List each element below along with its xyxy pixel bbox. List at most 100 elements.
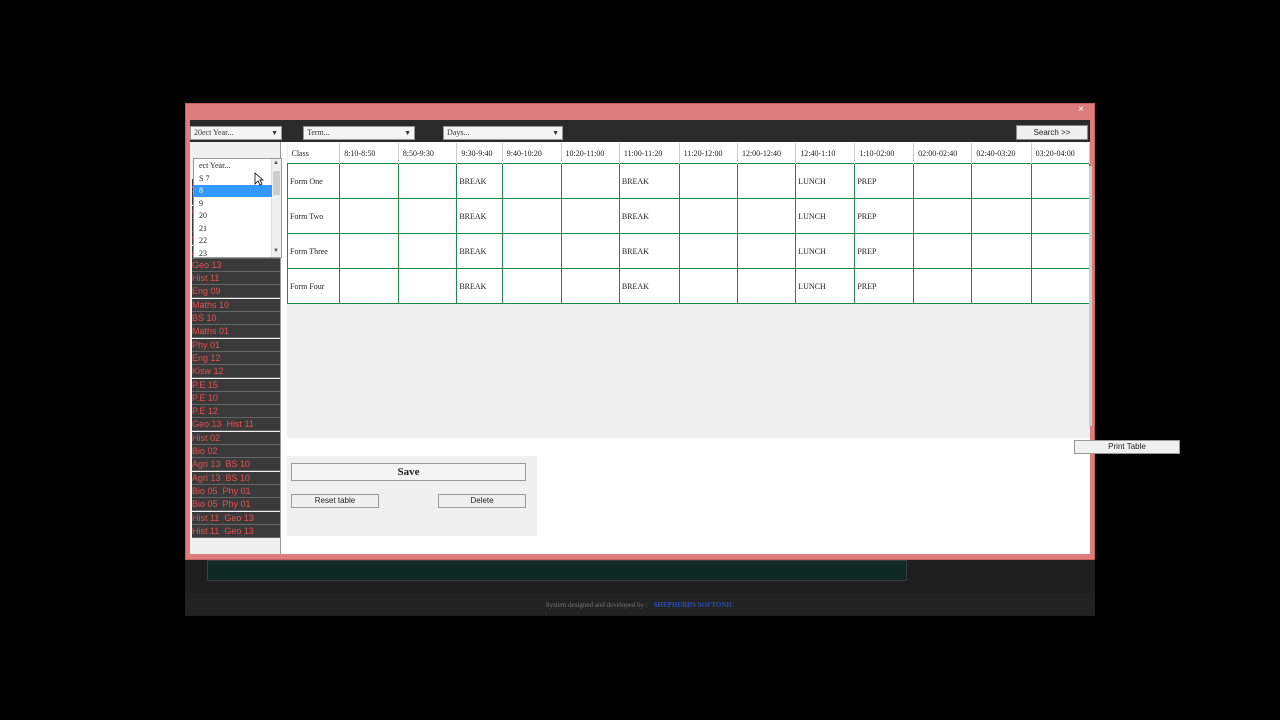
timetable-cell[interactable]: LUNCH (795, 163, 856, 199)
timetable-cell[interactable] (339, 163, 399, 199)
timetable-cell[interactable]: BREAK (618, 268, 680, 304)
timetable-cell[interactable] (913, 198, 973, 234)
subject-item[interactable]: Hist 11 Geo 13 (192, 511, 280, 525)
dropdown-item[interactable]: 8 (194, 185, 272, 197)
dropdown-item[interactable]: 22 (194, 235, 272, 247)
save-button[interactable]: Save (291, 463, 526, 481)
timetable-cell[interactable] (1030, 198, 1091, 234)
timetable-cell[interactable] (339, 233, 399, 269)
timetable-cell[interactable]: BREAK (456, 198, 503, 234)
subject-item[interactable]: BS 10 (192, 312, 280, 325)
timetable-cell[interactable] (560, 233, 620, 269)
timetable-cell[interactable] (397, 268, 458, 304)
footer-brand: SHEPHERDS SOFTONIC (653, 601, 735, 609)
subject-item[interactable]: Eng 09 (192, 285, 280, 299)
timetable-cell[interactable] (501, 268, 562, 304)
column-header: 1:10-02:00 (854, 143, 915, 164)
subject-item[interactable]: Eng 12 (192, 351, 280, 365)
subject-item[interactable]: Agri 13 BS 10 (192, 458, 280, 472)
dropdown-item[interactable]: 20 (194, 210, 272, 222)
timetable-cell[interactable]: PREP (854, 163, 915, 199)
dropdown-item[interactable]: 21 (194, 223, 272, 235)
grid-scrollbar[interactable] (1089, 166, 1092, 426)
timetable-cell[interactable] (678, 163, 738, 199)
timetable-cell[interactable]: BREAK (456, 163, 503, 199)
subject-item[interactable]: Kisw 12 (192, 365, 280, 379)
column-header: 12:40-1:10 (795, 143, 856, 164)
days-select[interactable]: Days... ▼ (443, 126, 563, 140)
column-header: 02:40-03:20 (971, 143, 1032, 164)
timetable-cell[interactable] (678, 233, 738, 269)
timetable-cell[interactable] (501, 198, 562, 234)
timetable-cell[interactable] (736, 268, 797, 304)
subject-item[interactable]: Bio 02 (192, 445, 280, 458)
subject-item[interactable]: Geo 13 (192, 258, 280, 272)
timetable-cell[interactable] (1030, 233, 1091, 269)
timetable-cell[interactable] (560, 198, 620, 234)
timetable-cell[interactable] (1030, 163, 1091, 199)
subject-item[interactable]: Phy 01 (192, 338, 280, 352)
timetable-cell[interactable] (913, 233, 973, 269)
timetable-cell[interactable]: BREAK (618, 233, 680, 269)
dropdown-item[interactable]: ect Year... (194, 160, 272, 172)
timetable-cell[interactable] (501, 163, 562, 199)
subject-item[interactable]: Bio 05 Phy 01 (192, 498, 280, 512)
timetable-cell[interactable] (339, 198, 399, 234)
timetable-cell[interactable] (560, 163, 620, 199)
timetable-cell[interactable] (1030, 268, 1091, 304)
search-button[interactable]: Search >> (1016, 125, 1088, 140)
timetable-cell[interactable] (971, 163, 1032, 199)
timetable-cell[interactable] (339, 268, 399, 304)
subject-item[interactable]: Bio 05 Phy 01 (192, 484, 280, 498)
timetable-cell[interactable] (913, 268, 973, 304)
timetable-cell[interactable]: BREAK (456, 233, 503, 269)
year-dropdown-list[interactable]: ▲ ▼ ect Year... S 7 8 9 20 21 22 23 (193, 158, 282, 258)
timetable-cell[interactable] (736, 233, 797, 269)
timetable-cell[interactable] (397, 198, 458, 234)
subject-item[interactable]: Hist 02 (192, 431, 280, 445)
timetable-cell[interactable]: BREAK (456, 268, 503, 304)
timetable-cell[interactable]: PREP (854, 233, 915, 269)
reset-table-button[interactable]: Reset table (291, 494, 379, 508)
subject-item[interactable]: P.E 15 (192, 378, 280, 392)
subject-item[interactable]: Maths 10 (192, 298, 280, 312)
timetable-cell[interactable] (678, 268, 738, 304)
timetable-cell[interactable] (736, 163, 797, 199)
timetable-cell[interactable]: LUNCH (795, 198, 856, 234)
dropdown-item[interactable]: 9 (194, 198, 272, 210)
class-name-cell: Form Three (286, 233, 341, 269)
timetable-cell[interactable] (971, 268, 1032, 304)
dropdown-scrollbar[interactable]: ▲ ▼ (271, 159, 281, 257)
dropdown-item[interactable]: 23 (194, 248, 272, 260)
subject-item[interactable]: Geo 13 Hist 11 (192, 418, 280, 432)
subject-item[interactable]: Maths 01 (192, 325, 280, 339)
subject-item[interactable]: P.E 10 (192, 391, 280, 405)
timetable-cell[interactable]: PREP (854, 198, 915, 234)
subject-item[interactable]: Agri 13 BS 10 (192, 471, 280, 485)
timetable-cell[interactable] (736, 198, 797, 234)
delete-button[interactable]: Delete (438, 494, 526, 508)
subject-item[interactable]: Hist 11 Geo 13 (192, 524, 280, 538)
scroll-up-icon[interactable]: ▲ (273, 160, 279, 166)
subject-item[interactable]: Hist 11 (192, 272, 280, 286)
timetable-cell[interactable]: LUNCH (795, 268, 856, 304)
timetable-cell[interactable] (971, 233, 1032, 269)
timetable-cell[interactable] (397, 163, 458, 199)
timetable-cell[interactable]: BREAK (618, 198, 680, 234)
scroll-down-icon[interactable]: ▼ (273, 248, 279, 254)
timetable-cell[interactable] (913, 163, 973, 199)
timetable-cell[interactable] (971, 198, 1032, 234)
timetable-cell[interactable]: BREAK (618, 163, 680, 199)
subject-item[interactable]: P.E 12 (192, 405, 280, 419)
term-select[interactable]: Term... ▼ (303, 126, 415, 140)
print-table-button[interactable]: Print Table (1074, 440, 1180, 454)
timetable-cell[interactable] (560, 268, 620, 304)
close-button[interactable]: × (1072, 104, 1090, 116)
year-select[interactable]: 20ect Year... ▼ (190, 126, 282, 140)
timetable-cell[interactable]: PREP (854, 268, 915, 304)
timetable-cell[interactable] (678, 198, 738, 234)
timetable-cell[interactable] (501, 233, 562, 269)
timetable-cell[interactable] (397, 233, 458, 269)
timetable-cell[interactable]: LUNCH (795, 233, 856, 269)
scrollbar-thumb[interactable] (273, 171, 280, 195)
